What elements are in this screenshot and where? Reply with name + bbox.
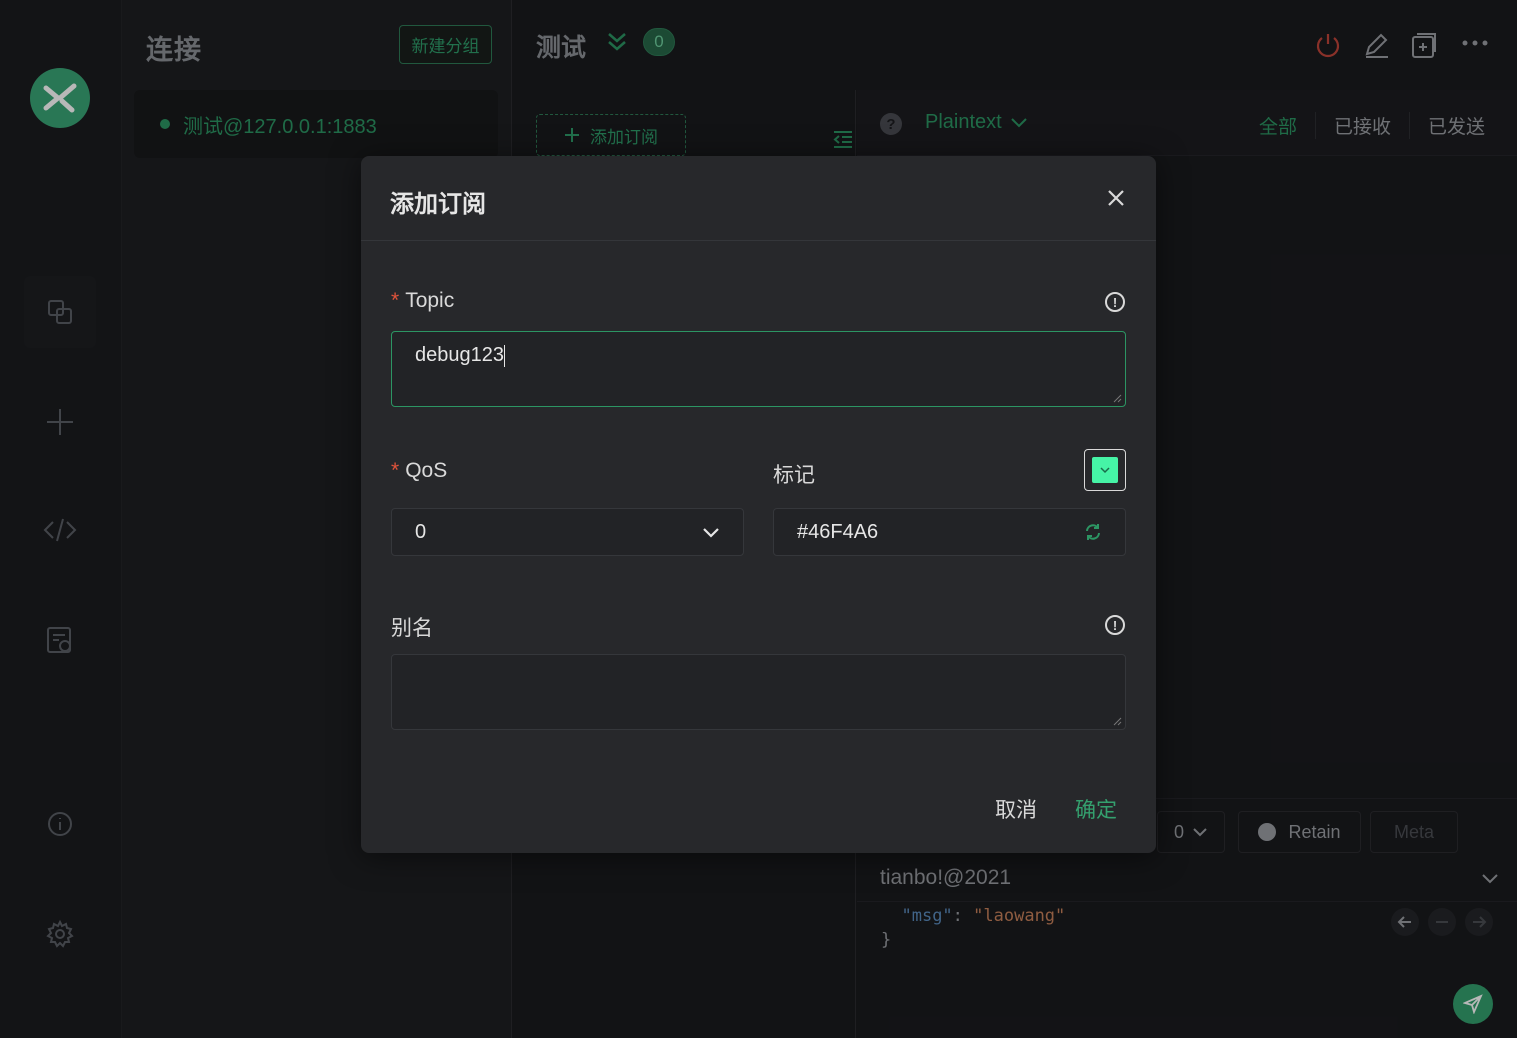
resize-handle-icon[interactable] [1112, 393, 1122, 403]
color-input[interactable]: #46F4A6 [773, 508, 1126, 556]
chevron-down-icon [1100, 467, 1110, 474]
qos-label: * QoS [391, 459, 447, 483]
alias-info-icon[interactable]: ! [1105, 615, 1125, 635]
qos-label-text: QoS [405, 459, 448, 482]
topic-info-icon[interactable]: ! [1105, 292, 1125, 312]
close-icon [1108, 190, 1124, 206]
topic-input-value: debug123 [415, 344, 504, 366]
text-cursor [503, 344, 505, 367]
color-swatch [1092, 457, 1118, 483]
color-picker-button[interactable] [1084, 449, 1126, 491]
qos-select[interactable]: 0 [391, 508, 744, 556]
dialog-header: 添加订阅 [361, 156, 1156, 241]
confirm-button[interactable]: 确定 [1075, 794, 1117, 824]
chevron-down-icon [703, 528, 719, 538]
qos-select-value: 0 [415, 520, 427, 543]
close-button[interactable] [1106, 188, 1126, 213]
topic-input[interactable]: debug123 [391, 331, 1126, 407]
required-mark: * [391, 459, 400, 482]
color-input-value: #46F4A6 [797, 520, 879, 543]
add-subscription-dialog: 添加订阅 * Topic ! debug123 * QoS 0 标记 #46F4A6… [361, 156, 1156, 853]
alias-input[interactable] [391, 654, 1126, 730]
alias-label: 别名 [391, 617, 433, 640]
topic-label-text: Topic [405, 289, 455, 312]
color-label: 标记 [773, 464, 815, 487]
topic-label: * Topic [391, 289, 454, 313]
required-mark: * [391, 289, 400, 312]
resize-handle-icon[interactable] [1112, 716, 1122, 726]
refresh-icon[interactable] [1084, 523, 1102, 541]
cancel-button[interactable]: 取消 [995, 794, 1037, 824]
dialog-title: 添加订阅 [390, 191, 486, 218]
